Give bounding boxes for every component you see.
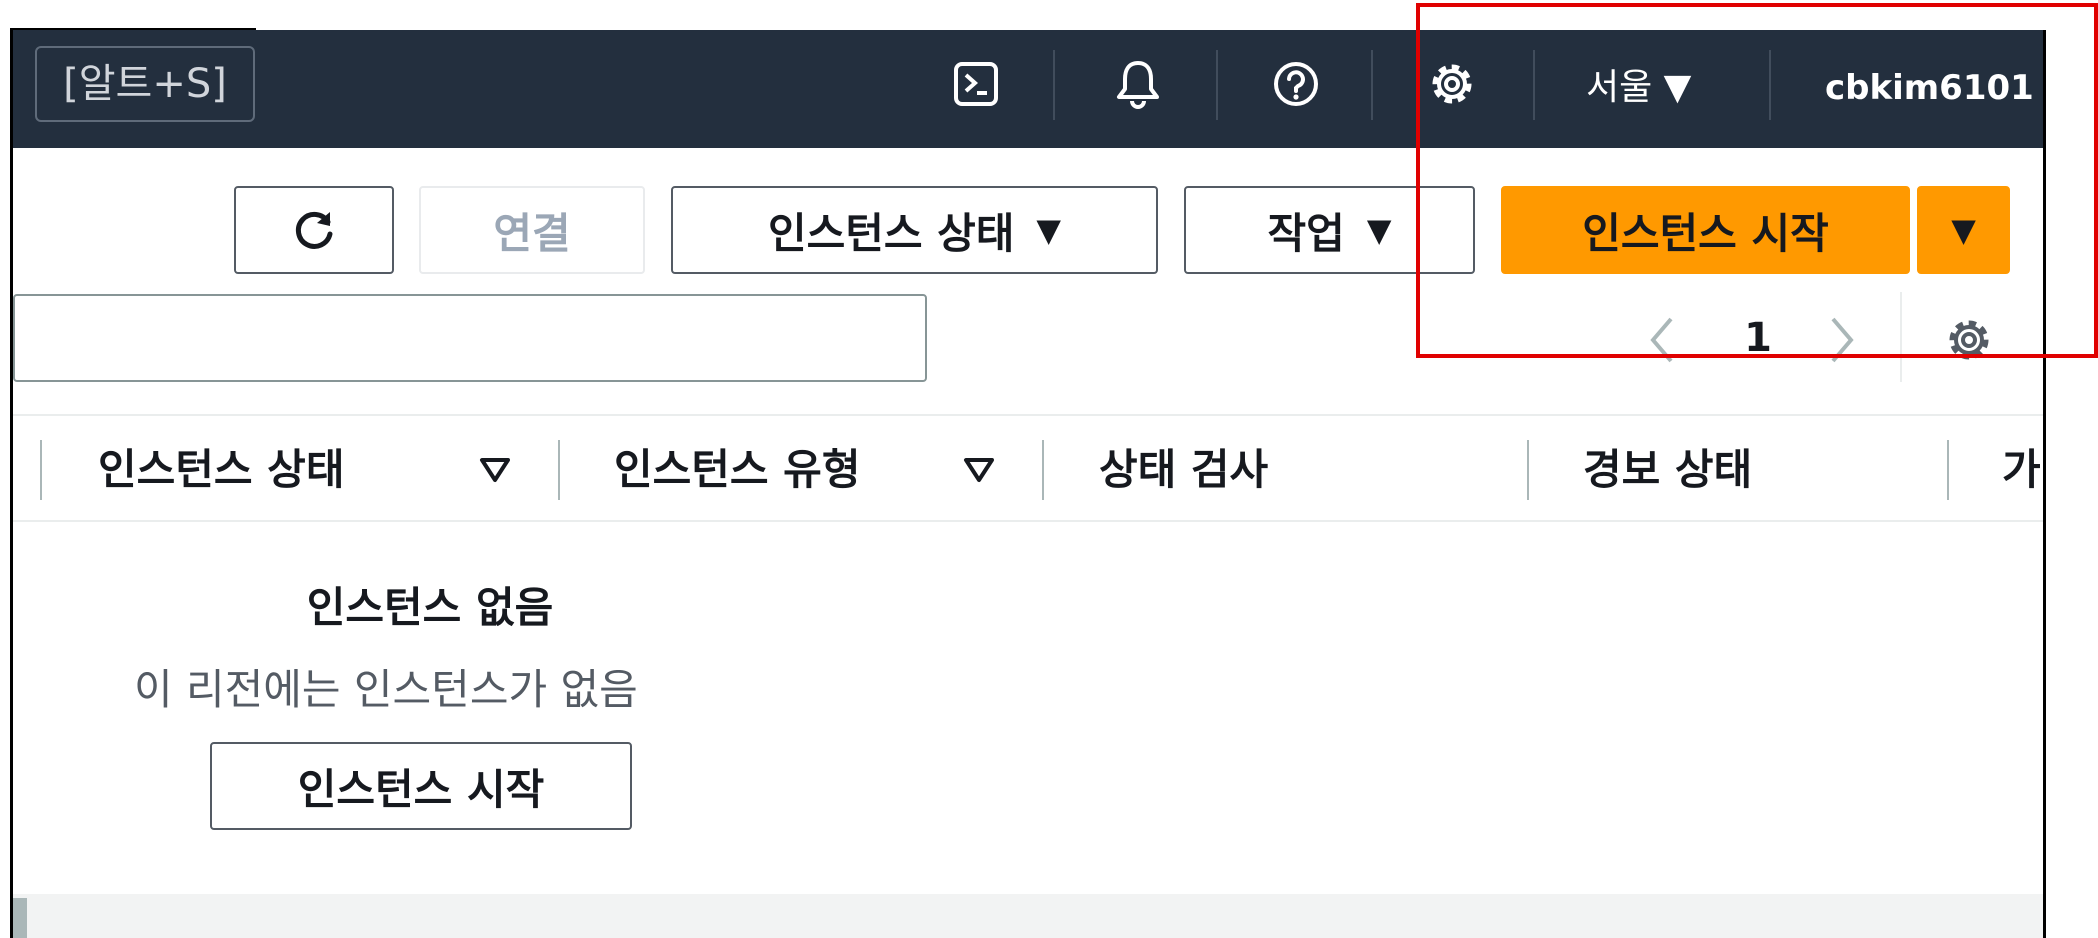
nav-separator <box>1371 50 1373 120</box>
next-page-icon[interactable] <box>1822 312 1862 368</box>
gear-icon[interactable] <box>1424 56 1480 112</box>
launch-dropdown-button[interactable]: ▼ <box>1917 186 2010 274</box>
column-header-truncated[interactable]: 가 <box>2002 440 2042 500</box>
column-separator <box>1527 440 1529 500</box>
previous-page-icon[interactable] <box>1642 312 1682 368</box>
search-input[interactable] <box>13 294 927 382</box>
search-shortcut-box[interactable]: [알트+S] <box>35 46 255 122</box>
preferences-gear-icon[interactable] <box>1941 312 1997 368</box>
empty-state-launch-button[interactable]: 인스턴스 시작 <box>210 742 632 830</box>
nav-separator <box>1533 50 1535 120</box>
column-header-instance-type[interactable]: 인스턴스 유형 <box>614 440 860 500</box>
column-header-status-checks[interactable]: 상태 검사 <box>1099 440 1268 500</box>
column-header-instance-state[interactable]: 인스턴스 상태 <box>98 440 344 500</box>
top-navigation-bar: [알트+S] 서울 ▼ cbkim6101 <box>13 30 2043 148</box>
horizontal-scrollbar-thumb[interactable] <box>13 898 27 938</box>
column-separator <box>558 440 560 500</box>
caret-down-icon: ▼ <box>1036 211 1062 249</box>
sort-down-icon[interactable] <box>478 452 512 488</box>
caret-down-icon: ▼ <box>1951 211 1976 249</box>
column-separator <box>40 440 42 500</box>
actions-label: 작업 <box>1267 208 1345 258</box>
sort-down-icon[interactable] <box>962 452 996 488</box>
column-separator <box>1947 440 1949 500</box>
empty-state-description: 이 리전에는 인스턴스가 없음 <box>134 665 638 714</box>
caret-down-icon: ▼ <box>1366 211 1392 249</box>
window-frame-right <box>2043 30 2046 938</box>
account-menu[interactable]: cbkim6101 <box>1825 60 2034 116</box>
empty-state-title: 인스턴스 없음 <box>306 583 554 632</box>
instance-state-label: 인스턴스 상태 <box>767 208 1015 258</box>
connect-label: 연결 <box>493 208 571 258</box>
nav-separator <box>1216 50 1218 120</box>
column-separator <box>1042 440 1044 500</box>
instance-state-button[interactable]: 인스턴스 상태 ▼ <box>671 186 1158 274</box>
empty-launch-label: 인스턴스 시작 <box>297 764 545 814</box>
refresh-icon <box>295 211 333 249</box>
refresh-button[interactable] <box>234 186 394 274</box>
launch-label: 인스턴스 시작 <box>1582 208 1829 258</box>
bell-icon[interactable] <box>1110 56 1166 112</box>
window-frame-left <box>10 30 13 938</box>
region-selector[interactable]: 서울 ▼ <box>1586 60 1691 116</box>
nav-separator <box>1769 50 1771 120</box>
connect-button[interactable]: 연결 <box>419 186 645 274</box>
table-header-bottom-border <box>13 520 2043 522</box>
actions-button[interactable]: 작업 ▼ <box>1184 186 1475 274</box>
horizontal-scrollbar-track[interactable] <box>13 894 2043 938</box>
cloudshell-icon[interactable] <box>948 56 1004 112</box>
current-page-number[interactable]: 1 <box>1738 308 1778 368</box>
launch-instances-button[interactable]: 인스턴스 시작 <box>1501 186 1910 274</box>
table-header-top-border <box>13 414 2043 416</box>
pager-separator <box>1900 292 1902 382</box>
nav-separator <box>1053 50 1055 120</box>
help-icon[interactable] <box>1268 56 1324 112</box>
column-header-alarm-status[interactable]: 경보 상태 <box>1583 440 1752 500</box>
